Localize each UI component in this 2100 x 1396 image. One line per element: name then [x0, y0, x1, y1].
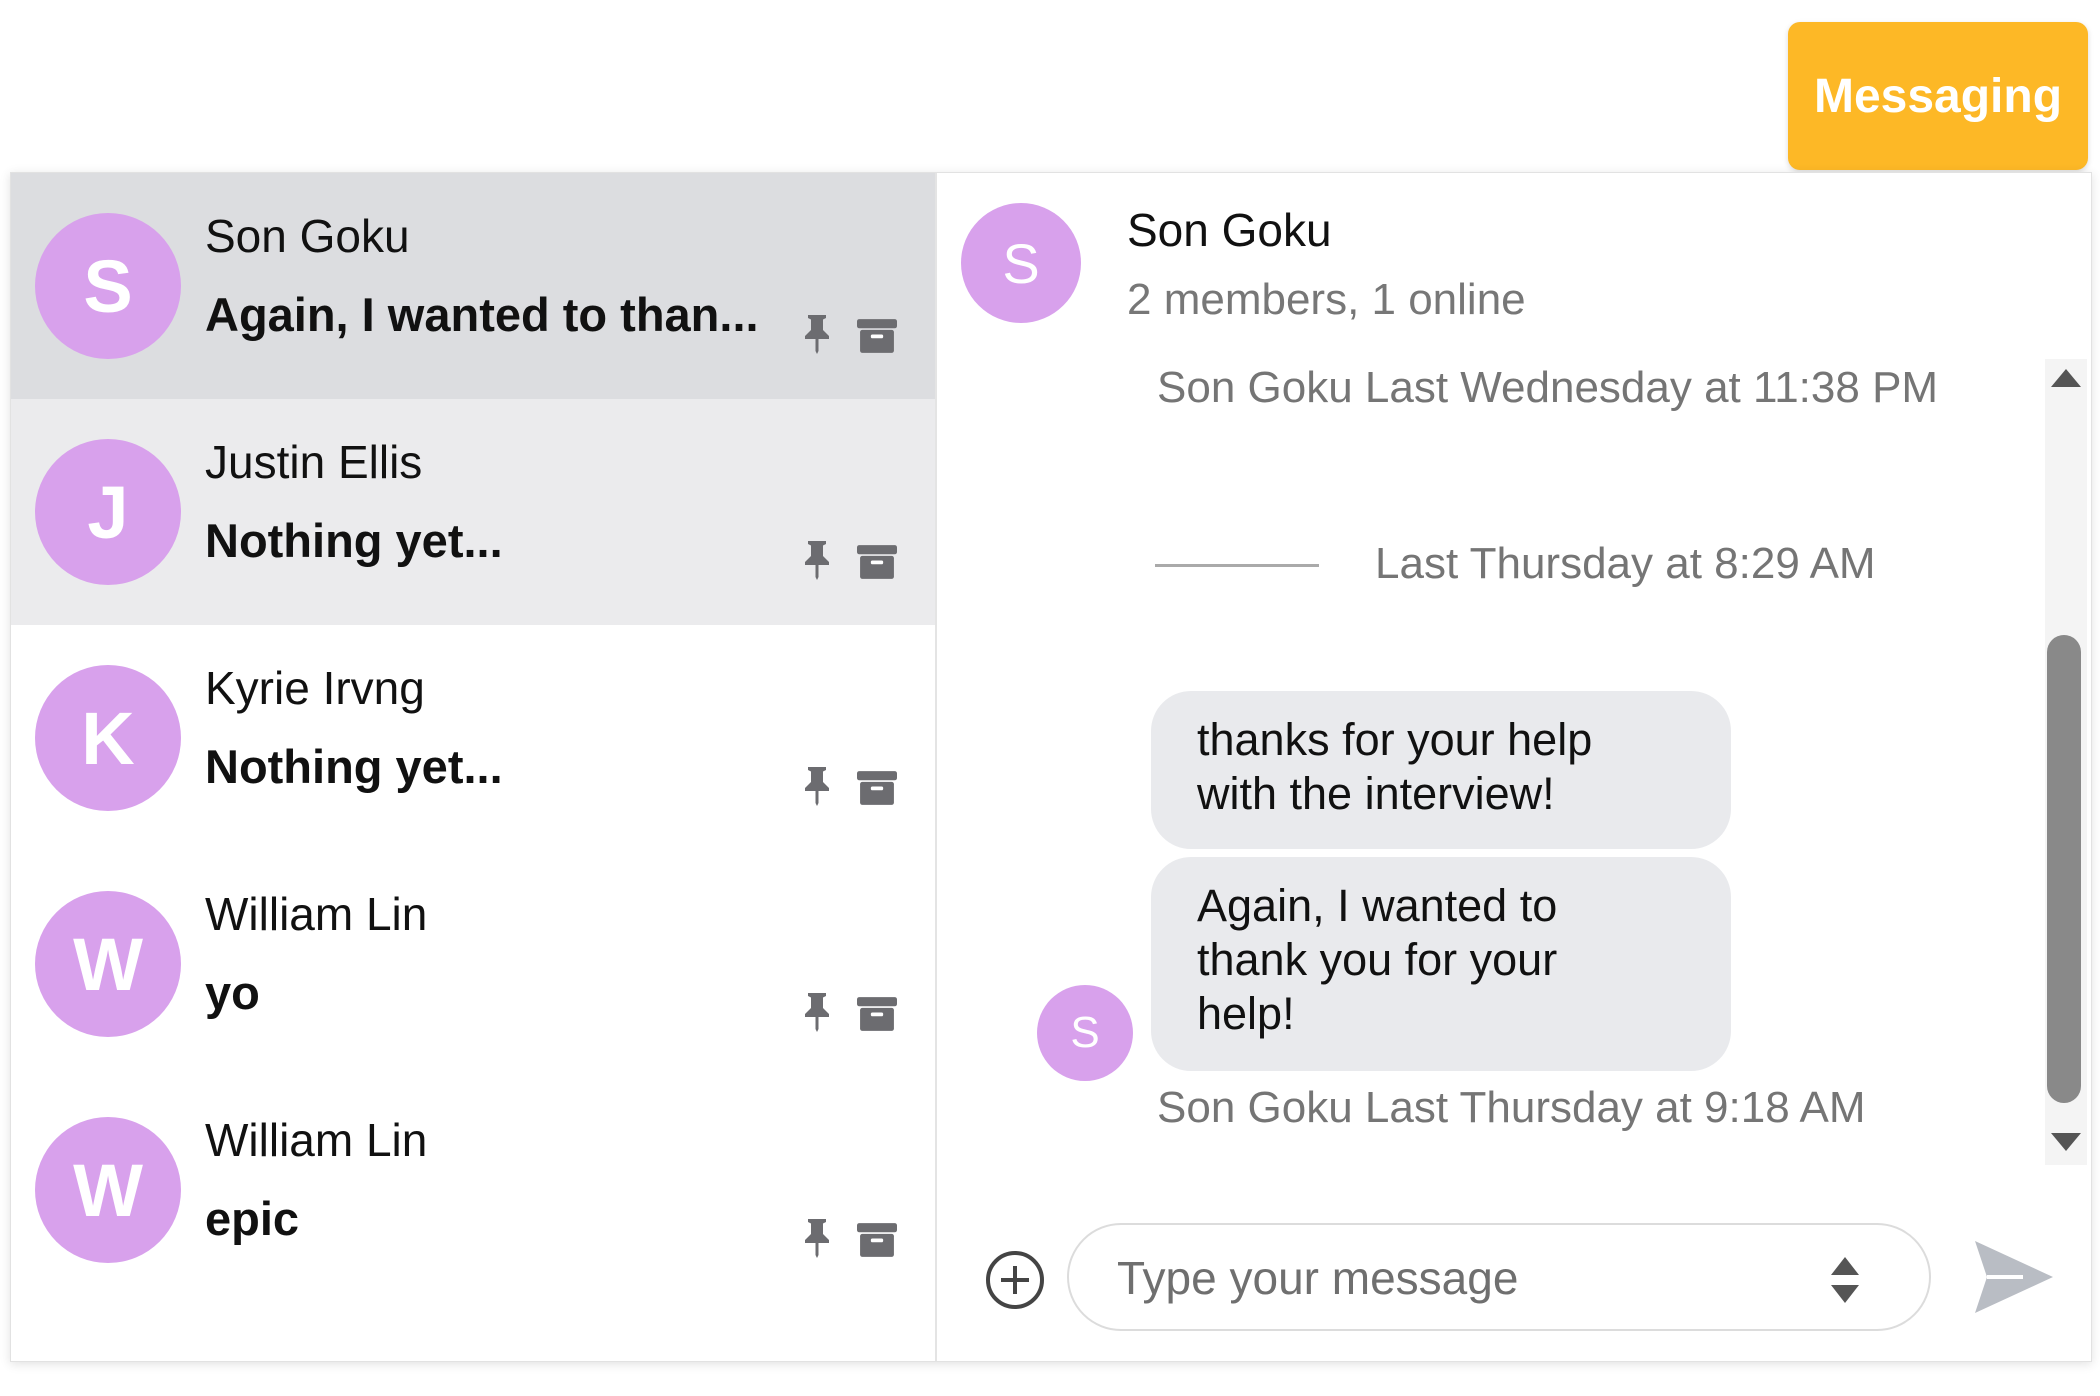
chat-avatar: S	[961, 203, 1081, 323]
archive-icon[interactable]	[857, 997, 897, 1031]
message-bubble: thanks for your help with the interview!	[1151, 691, 1731, 849]
conversation-preview: Nothing yet...	[205, 514, 503, 567]
add-circle-icon[interactable]	[983, 1248, 1047, 1312]
conversation-preview: epic	[205, 1192, 300, 1245]
message-text: with the interview!	[1197, 768, 1555, 819]
archive-icon[interactable]	[857, 545, 897, 579]
avatar: W	[35, 1117, 181, 1263]
archive-icon[interactable]	[857, 319, 897, 353]
chat-member-status: 2 members, 1 online	[1127, 275, 1526, 324]
conversation-preview: Nothing yet...	[205, 740, 503, 793]
conversation-item[interactable]: S Son Goku Again, I wanted to than...	[11, 173, 935, 399]
spinner-icon[interactable]	[1823, 1249, 1867, 1311]
pin-icon[interactable]	[799, 989, 835, 1033]
messaging-panel: S Son Goku Again, I wanted to than... J …	[10, 172, 2092, 1362]
conversation-name: Kyrie Irvng	[205, 662, 425, 714]
avatar: W	[35, 891, 181, 1037]
message-scrollbar[interactable]	[2045, 359, 2087, 1165]
message-meta: Son Goku Last Thursday at 9:18 AM	[1157, 1083, 1866, 1132]
conversation-preview: Again, I wanted to than...	[205, 288, 759, 341]
avatar: K	[35, 665, 181, 811]
message-meta: Son Goku Last Wednesday at 11:38 PM	[1157, 363, 1939, 412]
conversation-name: Son Goku	[205, 210, 410, 262]
date-separator: Last Thursday at 8:29 AM	[1375, 539, 1876, 588]
pin-icon[interactable]	[799, 763, 835, 807]
chevron-up-icon[interactable]	[2047, 363, 2085, 393]
conversation-item[interactable]: K Kyrie Irvng Nothing yet...	[11, 625, 935, 851]
conversation-item[interactable]: J Justin Ellis Nothing yet...	[11, 399, 935, 625]
date-separator-line	[1155, 564, 1319, 567]
avatar: S	[35, 213, 181, 359]
conversation-item[interactable]: W William Lin epic	[11, 1077, 935, 1303]
message-text: thanks for your help	[1197, 714, 1593, 765]
avatar: J	[35, 439, 181, 585]
conversation-list: S Son Goku Again, I wanted to than... J …	[11, 173, 937, 1361]
conversation-name: William Lin	[205, 1114, 428, 1166]
scrollbar-thumb[interactable]	[2047, 635, 2081, 1103]
pin-icon[interactable]	[799, 537, 835, 581]
conversation-name: William Lin	[205, 888, 428, 940]
message-bubble: Again, I wanted to thank you for your he…	[1151, 857, 1731, 1071]
pin-icon[interactable]	[799, 311, 835, 355]
message-input[interactable]	[1115, 1243, 1819, 1313]
archive-icon[interactable]	[857, 771, 897, 805]
chat-title: Son Goku	[1127, 204, 1332, 256]
conversation-name: Justin Ellis	[205, 436, 423, 488]
message-text: thank you for your	[1197, 934, 1558, 985]
send-icon[interactable]	[1971, 1237, 2055, 1317]
message-avatar: S	[1037, 985, 1133, 1081]
message-text: Again, I wanted to	[1197, 880, 1558, 931]
chat-window: S Son Goku 2 members, 1 online Son Goku …	[937, 173, 2089, 1361]
conversation-preview: yo	[205, 966, 260, 1019]
message-text: help!	[1197, 988, 1295, 1039]
pin-icon[interactable]	[799, 1215, 835, 1259]
archive-icon[interactable]	[857, 1223, 897, 1257]
messaging-button[interactable]: Messaging	[1788, 22, 2088, 170]
message-input-container	[1067, 1223, 1931, 1331]
chevron-down-icon[interactable]	[2047, 1127, 2085, 1157]
conversation-item[interactable]: W William Lin yo	[11, 851, 935, 1077]
